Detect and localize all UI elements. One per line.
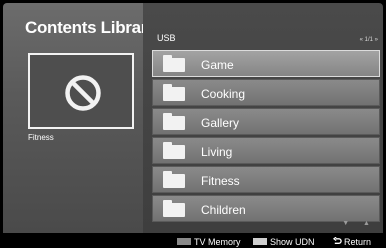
preview-thumbnail xyxy=(28,53,134,129)
source-label: USB xyxy=(157,33,176,43)
list-item[interactable]: Gallery xyxy=(152,108,380,135)
preview-label: Fitness xyxy=(28,133,54,142)
show-udn-swatch xyxy=(253,238,267,245)
list-item-label: Living xyxy=(201,145,233,159)
list-item-label: Cooking xyxy=(201,87,246,101)
list-item[interactable]: Fitness xyxy=(152,166,380,193)
return-icon xyxy=(332,236,342,244)
return-label: Return xyxy=(344,237,372,247)
return-key[interactable]: Return xyxy=(332,236,372,247)
list-item[interactable]: Children xyxy=(152,195,380,222)
list-item[interactable]: Game xyxy=(152,50,380,77)
folder-list: Game Cooking Gallery Living Fitness Chil… xyxy=(152,50,380,224)
list-item-label: Gallery xyxy=(201,116,240,130)
list-item-label: Fitness xyxy=(201,174,240,188)
folder-icon xyxy=(163,113,185,130)
list-item-label: Game xyxy=(201,58,234,72)
page-title: Contents Library xyxy=(25,18,157,37)
folder-icon xyxy=(163,142,185,159)
folder-icon xyxy=(163,84,185,101)
show-udn-label: Show UDN xyxy=(270,237,315,247)
bottom-key-bar: TV Memory Show UDN Return xyxy=(0,236,386,248)
list-item[interactable]: Cooking xyxy=(152,79,380,106)
folder-icon xyxy=(163,200,185,217)
preview-panel: Contents Library Fitness xyxy=(3,3,157,233)
no-entry-icon xyxy=(65,75,101,111)
list-item[interactable]: Living xyxy=(152,137,380,164)
list-item-label: Children xyxy=(201,203,246,217)
scroll-arrows[interactable]: ▼ ▲ xyxy=(342,220,376,227)
tv-memory-label: TV Memory xyxy=(194,237,241,247)
folder-icon xyxy=(163,171,185,188)
tv-memory-key[interactable]: TV Memory xyxy=(177,237,241,247)
page-indicator[interactable]: « 1/1 » xyxy=(360,37,378,43)
contents-library-screen: Contents Library Fitness USB « 1/1 » Gam… xyxy=(0,0,386,248)
tv-memory-swatch xyxy=(177,238,191,245)
show-udn-key[interactable]: Show UDN xyxy=(253,237,315,247)
folder-icon xyxy=(163,55,185,72)
